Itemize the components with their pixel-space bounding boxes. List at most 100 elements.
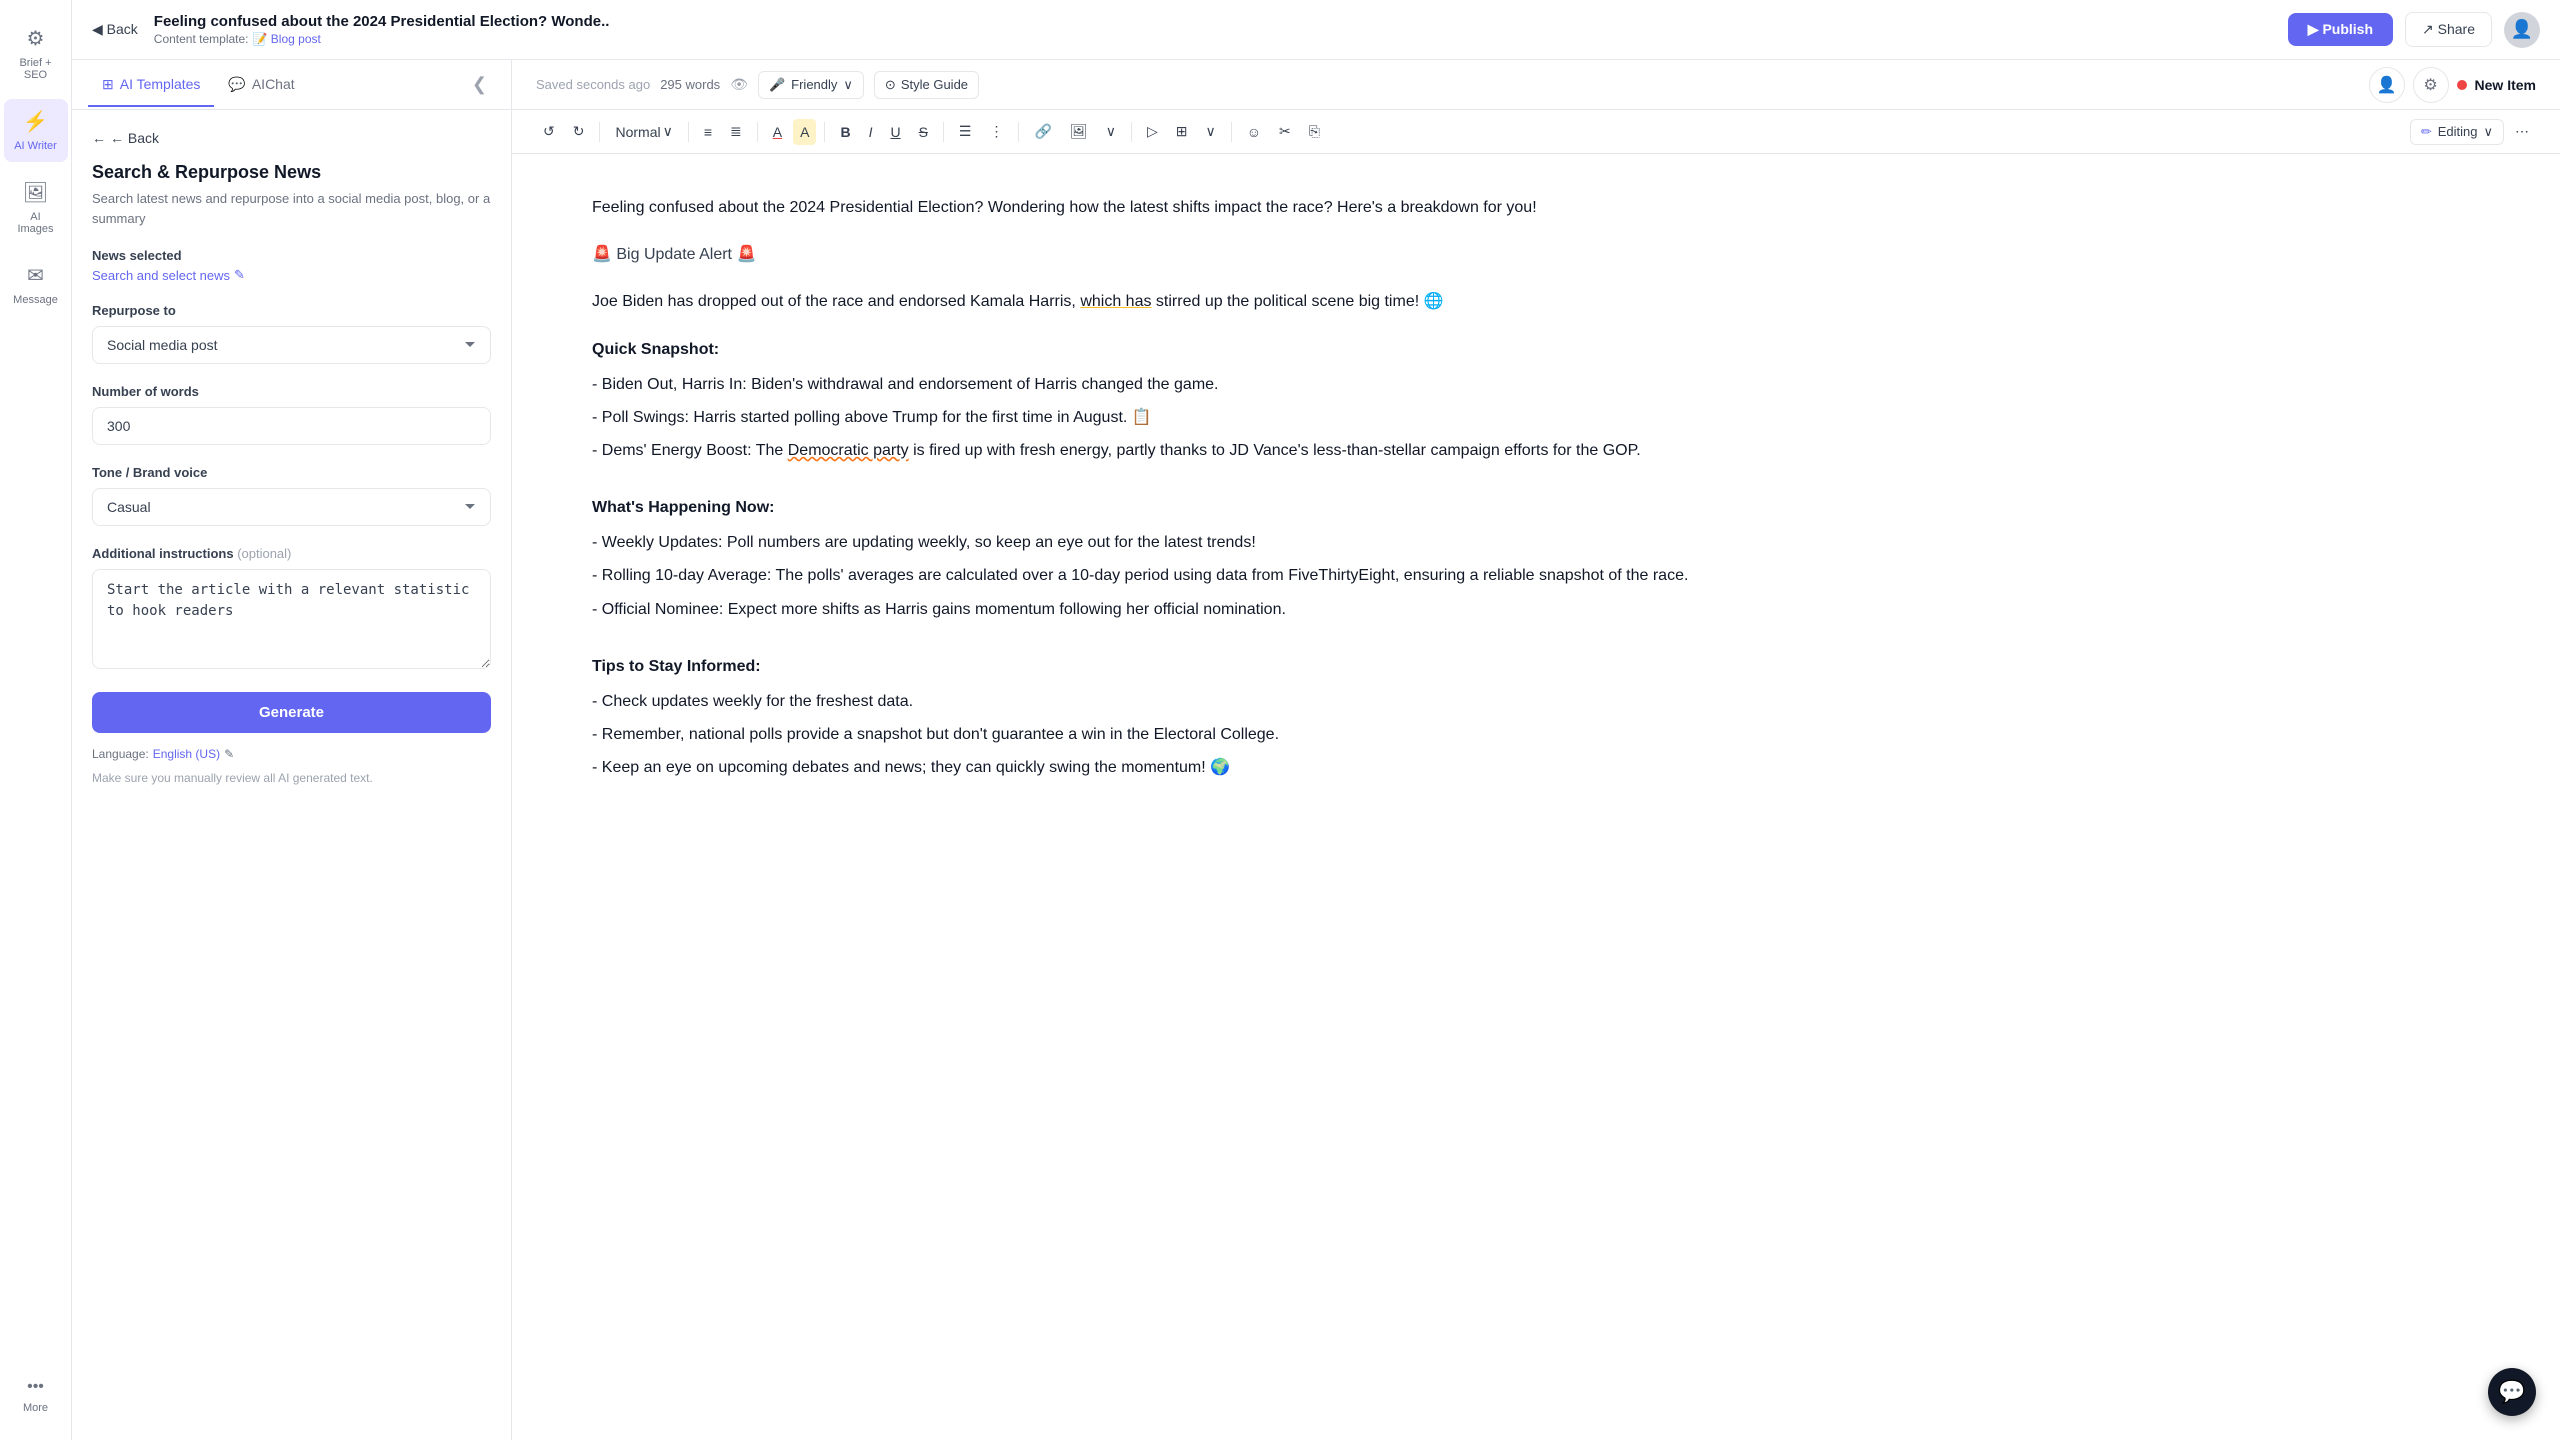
nav-item-message[interactable]: ✉ Message <box>4 253 68 316</box>
tab-ai-templates[interactable]: ⊞ AI Templates <box>88 64 214 107</box>
numbered-list-button[interactable]: ⋮ <box>982 118 1010 145</box>
nav-item-more[interactable]: ••• More <box>4 1368 68 1424</box>
style-dropdown[interactable]: Normal ∨ <box>608 118 679 145</box>
news-link[interactable]: Search and select news ✎ <box>92 267 491 283</box>
table-button[interactable]: ⊞ <box>1169 118 1195 145</box>
message-icon: ✉ <box>27 263 44 288</box>
settings-circle-btn[interactable]: ⚙ <box>2413 67 2449 103</box>
panel-content: ← ← Back Search & Repurpose News Search … <box>72 110 511 1440</box>
language-row: Language: English (US) ✎ <box>92 747 491 761</box>
panel-desc: Search latest news and repurpose into a … <box>92 189 491 228</box>
tab-aichat[interactable]: 💬 AIChat <box>214 64 308 107</box>
aichat-icon: 💬 <box>228 76 245 93</box>
generate-button[interactable]: Generate <box>92 692 491 733</box>
editor-area: Saved seconds ago 295 words 👁 🎤 Friendly… <box>512 60 2560 1440</box>
paste-button[interactable]: ⎘ <box>1302 118 1327 145</box>
quick-item-3: - Dems' Energy Boost: The Democratic par… <box>592 437 2480 464</box>
panel-tabs: ⊞ AI Templates 💬 AIChat ❮ <box>72 60 511 110</box>
format-toolbar: ↺ ↻ Normal ∨ ≡ ≣ A A B I U S ☰ <box>512 110 2560 154</box>
happening-items-list: - Weekly Updates: Poll numbers are updat… <box>592 529 2480 623</box>
new-item-button[interactable]: New Item <box>2475 77 2536 93</box>
nav-item-ai-images[interactable]: 🖼 AI Images <box>4 170 68 245</box>
header-subtitle: Content template: 📝 Blog post <box>154 32 2272 46</box>
tone-button[interactable]: 🎤 Friendly ∨ <box>758 71 864 99</box>
text-color-button[interactable]: A <box>766 119 789 145</box>
disclaimer-text: Make sure you manually review all AI gen… <box>92 769 491 787</box>
page-title: Feeling confused about the 2024 Presiden… <box>154 13 2272 30</box>
editor-topbar: Saved seconds ago 295 words 👁 🎤 Friendly… <box>512 60 2560 110</box>
highlight-button[interactable]: A <box>793 119 816 145</box>
alert-icon-left: 🚨 <box>592 246 612 263</box>
word-count: 295 words <box>660 77 720 92</box>
avatar[interactable]: 👤 <box>2504 12 2540 48</box>
language-edit-icon: ✎ <box>224 747 234 761</box>
icon-nav: ⚙ Brief + SEO ⚡ AI Writer 🖼 AI Images ✉ … <box>0 0 72 1440</box>
quick-item-2: - Poll Swings: Harris started polling ab… <box>592 404 2480 431</box>
tone-field: Tone / Brand voice Casual Formal Friendl… <box>92 465 491 526</box>
pencil-icon: ✏ <box>2421 124 2432 140</box>
editor-meta: Saved seconds ago 295 words 👁 🎤 Friendly… <box>536 71 2353 99</box>
user-circle-btn[interactable]: 👤 <box>2369 67 2405 103</box>
italic-button[interactable]: I <box>862 119 880 145</box>
nav-item-brief-seo[interactable]: ⚙ Brief + SEO <box>4 16 68 91</box>
table-dropdown[interactable]: ∨ <box>1198 118 1222 145</box>
toolbar-divider-6 <box>1018 122 1019 142</box>
words-input[interactable] <box>92 407 491 445</box>
panel-collapse-button[interactable]: ❮ <box>464 70 495 99</box>
link-button[interactable]: 🔗 <box>1027 118 1058 145</box>
top-header: ◀ Back Feeling confused about the 2024 P… <box>72 0 2560 60</box>
language-link[interactable]: English (US) <box>153 747 220 761</box>
blog-post-link[interactable]: 📝 Blog post <box>253 32 321 46</box>
cut-button[interactable]: ✂ <box>1272 118 1298 145</box>
visibility-icon[interactable]: 👁 <box>730 76 748 93</box>
header-title-area: Feeling confused about the 2024 Presiden… <box>154 13 2272 46</box>
tips-heading: Tips to Stay Informed: <box>592 653 2480 680</box>
arrow-button[interactable]: ▷ <box>1140 118 1165 145</box>
tips-items-list: - Check updates weekly for the freshest … <box>592 688 2480 782</box>
saved-label: Saved seconds ago <box>536 77 650 92</box>
panel-back-link[interactable]: ← ← Back <box>92 130 491 146</box>
mic-icon: 🎤 <box>769 77 785 93</box>
tone-label: Tone / Brand voice <box>92 465 491 480</box>
editor-content[interactable]: Feeling confused about the 2024 Presiden… <box>512 154 2560 1440</box>
biden-paragraph: Joe Biden has dropped out of the race an… <box>592 288 2480 315</box>
image-button[interactable]: 🖼 <box>1063 118 1095 145</box>
back-button[interactable]: ◀ Back <box>92 21 138 38</box>
align-button[interactable]: ≣ <box>723 118 749 145</box>
tone-select[interactable]: Casual Formal Friendly Professional <box>92 488 491 526</box>
share-button[interactable]: ↗ Share <box>2405 12 2492 47</box>
nav-label-brief-seo: Brief + SEO <box>12 57 60 81</box>
nav-label-ai-images: AI Images <box>12 211 60 235</box>
instructions-textarea[interactable]: Start the article with a relevant statis… <box>92 569 491 669</box>
happening-item-1: - Weekly Updates: Poll numbers are updat… <box>592 529 2480 556</box>
toolbar-divider-4 <box>824 122 825 142</box>
quick-items-list: - Biden Out, Harris In: Biden's withdraw… <box>592 371 2480 465</box>
toolbar-divider-3 <box>757 122 758 142</box>
underline-button[interactable]: U <box>883 119 907 145</box>
header-actions: ▶ Publish ↗ Share 👤 <box>2288 12 2540 48</box>
quick-item-1: - Biden Out, Harris In: Biden's withdraw… <box>592 371 2480 398</box>
back-arrow-icon: ← <box>92 130 106 146</box>
publish-button[interactable]: ▶ Publish <box>2288 13 2393 46</box>
strikethrough-button[interactable]: S <box>912 119 935 145</box>
nav-item-ai-writer[interactable]: ⚡ AI Writer <box>4 99 68 162</box>
panel-sidebar: ⊞ AI Templates 💬 AIChat ❮ ← ← Back Searc… <box>72 60 512 1440</box>
tips-item-3: - Keep an eye on upcoming debates and ne… <box>592 754 2480 781</box>
bold-button[interactable]: B <box>833 119 857 145</box>
repurpose-select[interactable]: Social media post Blog post Summary <box>92 326 491 364</box>
style-guide-button[interactable]: ⊙ Style Guide <box>874 71 979 99</box>
redo-button[interactable]: ↻ <box>566 118 592 145</box>
alert-paragraph: 🚨 Big Update Alert 🚨 <box>592 241 2480 268</box>
repurpose-label: Repurpose to <box>92 303 491 318</box>
emoji-button[interactable]: ☺ <box>1240 119 1268 145</box>
align-left-button[interactable]: ≡ <box>697 119 719 145</box>
chevron-down-icon: ∨ <box>843 77 853 93</box>
image-dropdown[interactable]: ∨ <box>1099 118 1123 145</box>
chat-bubble[interactable]: 💬 <box>2488 1368 2536 1416</box>
undo-button[interactable]: ↺ <box>536 118 562 145</box>
editing-badge[interactable]: ✏ Editing ∨ <box>2410 119 2504 145</box>
bullet-list-button[interactable]: ☰ <box>952 118 979 145</box>
intro-paragraph: Feeling confused about the 2024 Presiden… <box>592 194 2480 221</box>
more-options-button[interactable]: ⋯ <box>2508 118 2536 145</box>
ai-templates-icon: ⊞ <box>102 76 114 93</box>
